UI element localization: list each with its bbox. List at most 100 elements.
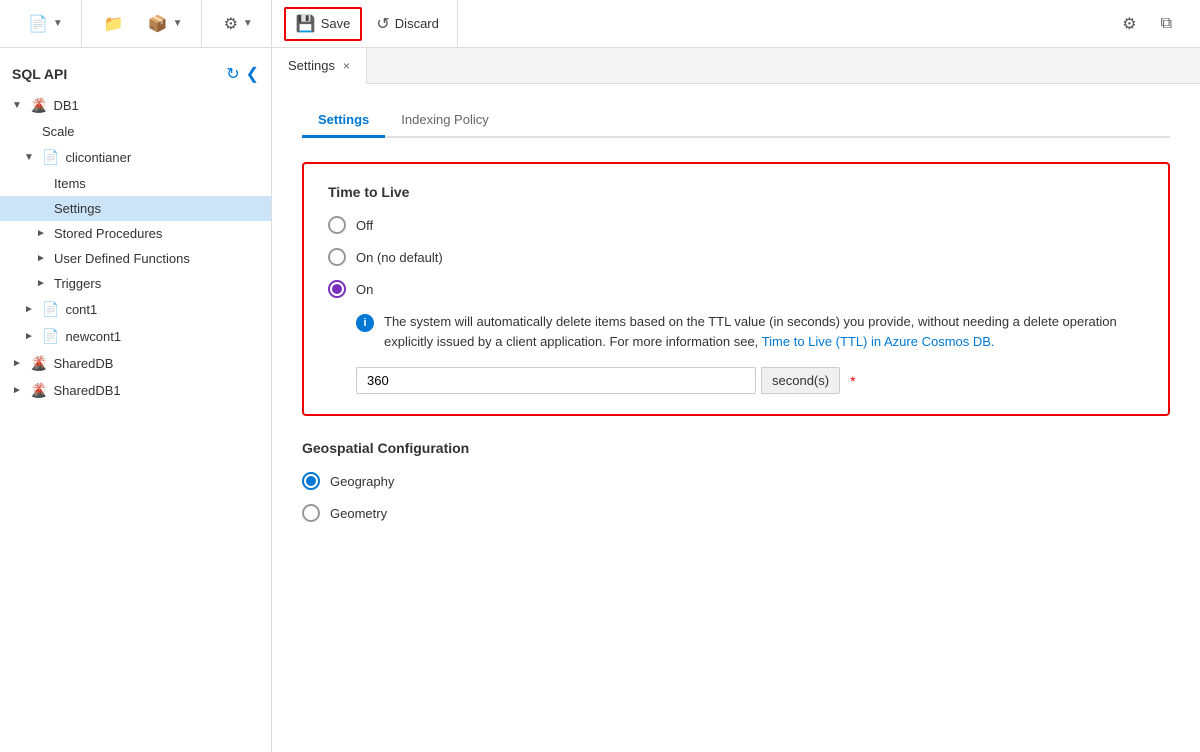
sidebar-item-clicontianer[interactable]: ▼ 📄 clicontianer <box>0 144 271 171</box>
ttl-input[interactable] <box>356 367 756 394</box>
geo-geography-label: Geography <box>330 474 394 489</box>
ttl-on-radio[interactable] <box>328 280 346 298</box>
toolbar-group-open: 📁 📦 ▼ <box>86 0 202 47</box>
open-button[interactable]: 📁 <box>94 9 134 39</box>
geo-geography-radio[interactable] <box>302 472 320 490</box>
sidebar-item-settings[interactable]: Settings <box>0 196 271 221</box>
external-link-icon: ⧉ <box>1161 15 1172 33</box>
sidebar-item-shareddb[interactable]: ► 🌋 SharedDB <box>0 350 271 377</box>
expand-icon-cont1: ► <box>24 304 36 315</box>
geospatial-title: Geospatial Configuration <box>302 440 1170 456</box>
new-container-button[interactable]: 📦 ▼ <box>138 9 193 39</box>
container-icon-cont1: 📄 <box>42 301 59 318</box>
sidebar-label-shareddb1: SharedDB1 <box>53 383 259 398</box>
chevron-down-icon: ▼ <box>53 18 63 29</box>
expand-icon-udf: ► <box>36 253 48 264</box>
tab-bar: Settings × <box>272 48 1200 84</box>
ttl-on-radio-fill <box>332 284 342 294</box>
ttl-off-label: Off <box>356 218 373 233</box>
sidebar-title: SQL API <box>12 66 67 82</box>
expand-icon-stored-proc: ► <box>36 228 48 239</box>
ttl-on-no-default-radio[interactable] <box>328 248 346 266</box>
chevron-down-icon-2: ▼ <box>173 18 183 29</box>
sidebar-header: SQL API ↻ ❮ <box>0 56 271 92</box>
sidebar-label-items: Items <box>54 176 259 191</box>
sidebar-item-scale[interactable]: Scale <box>0 119 271 144</box>
ttl-on-no-default-label: On (no default) <box>356 250 443 265</box>
discard-button[interactable]: ↺ Discard <box>366 9 448 39</box>
sidebar: SQL API ↻ ❮ ▼ 🌋 DB1 Scale ▼ 📄 clicontian… <box>0 48 272 752</box>
new-item-button[interactable]: 📄 ▼ <box>18 9 73 39</box>
collapse-button[interactable]: ❮ <box>246 64 259 84</box>
sidebar-item-triggers[interactable]: ► Triggers <box>0 271 271 296</box>
settings-button[interactable]: ⚙ ▼ <box>214 9 263 39</box>
gear-icon: ⚙ <box>224 14 238 34</box>
sidebar-item-items[interactable]: Items <box>0 171 271 196</box>
sidebar-label-db1: DB1 <box>53 98 259 113</box>
sidebar-label-scale: Scale <box>42 124 259 139</box>
geo-geography-radio-fill <box>306 476 316 486</box>
container-icon-newcont1: 📄 <box>42 328 59 345</box>
container-icon-clicontianer: 📄 <box>42 149 59 166</box>
save-button[interactable]: 💾 Save <box>284 7 363 41</box>
sidebar-item-shareddb1[interactable]: ► 🌋 SharedDB1 <box>0 377 271 404</box>
external-link-button[interactable]: ⧉ <box>1151 10 1182 38</box>
toolbar-group-settings: ⚙ ▼ <box>206 0 272 47</box>
db-icon-shareddb: 🌋 <box>30 355 47 372</box>
toolbar-group-save: 💾 Save ↺ Discard <box>276 0 458 47</box>
tab-indexing-policy[interactable]: Indexing Policy <box>385 104 504 138</box>
gear-icon-right: ⚙ <box>1122 14 1136 34</box>
sidebar-label-settings: Settings <box>54 201 259 216</box>
sidebar-label-clicontianer: clicontianer <box>65 150 259 165</box>
toolbar-group-right: ⚙ ⧉ <box>1104 0 1190 47</box>
db-icon-db1: 🌋 <box>30 97 47 114</box>
geo-geometry-option[interactable]: Geometry <box>302 504 1170 522</box>
expand-icon-shareddb1: ► <box>12 385 24 396</box>
tab-close-button[interactable]: × <box>343 59 350 73</box>
discard-icon: ↺ <box>376 14 389 34</box>
sidebar-item-db1[interactable]: ▼ 🌋 DB1 <box>0 92 271 119</box>
expand-icon-db1: ▼ <box>12 100 24 111</box>
sidebar-label-stored-procedures: Stored Procedures <box>54 226 259 241</box>
sidebar-item-stored-procedures[interactable]: ► Stored Procedures <box>0 221 271 246</box>
settings-gear-button[interactable]: ⚙ <box>1112 9 1146 39</box>
ttl-info-box: i The system will automatically delete i… <box>356 312 1144 351</box>
folder-icon: 📁 <box>104 14 124 34</box>
ttl-unit-label: second(s) <box>761 367 840 394</box>
sidebar-label-triggers: Triggers <box>54 276 259 291</box>
sidebar-item-udf[interactable]: ► User Defined Functions <box>0 246 271 271</box>
settings-subtabs: Settings Indexing Policy <box>302 104 1170 138</box>
geo-geography-option[interactable]: Geography <box>302 472 1170 490</box>
expand-icon-newcont1: ► <box>24 331 36 342</box>
sidebar-label-cont1: cont1 <box>65 302 259 317</box>
sidebar-label-newcont1: newcont1 <box>65 329 259 344</box>
ttl-off-radio[interactable] <box>328 216 346 234</box>
geo-geometry-radio[interactable] <box>302 504 320 522</box>
ttl-on-no-default-option[interactable]: On (no default) <box>328 248 1144 266</box>
toolbar: 📄 ▼ 📁 📦 ▼ ⚙ ▼ 💾 Save ↺ Discard ⚙ <box>0 0 1200 48</box>
sidebar-actions: ↻ ❮ <box>226 64 259 84</box>
tab-settings[interactable]: Settings × <box>272 48 367 84</box>
ttl-info-link[interactable]: Time to Live (TTL) in Azure Cosmos DB. <box>762 334 995 349</box>
expand-icon-triggers: ► <box>36 278 48 289</box>
container-icon: 📦 <box>148 14 168 34</box>
sidebar-item-cont1[interactable]: ► 📄 cont1 <box>0 296 271 323</box>
sidebar-item-newcont1[interactable]: ► 📄 newcont1 <box>0 323 271 350</box>
info-icon: i <box>356 314 374 332</box>
tab-settings-sub[interactable]: Settings <box>302 104 385 138</box>
sidebar-label-udf: User Defined Functions <box>54 251 259 266</box>
ttl-required-marker: * <box>850 373 855 389</box>
db-icon-shareddb1: 🌋 <box>30 382 47 399</box>
expand-icon-shareddb: ► <box>12 358 24 369</box>
toolbar-group-create: 📄 ▼ <box>10 0 82 47</box>
ttl-section: Time to Live Off On (no default) On <box>302 162 1170 416</box>
ttl-info-text: The system will automatically delete ite… <box>384 312 1144 351</box>
save-icon: 💾 <box>296 14 316 34</box>
refresh-button[interactable]: ↻ <box>226 64 239 84</box>
ttl-off-option[interactable]: Off <box>328 216 1144 234</box>
ttl-on-label: On <box>356 282 373 297</box>
settings-content: Settings Indexing Policy Time to Live Of… <box>272 84 1200 752</box>
main-layout: SQL API ↻ ❮ ▼ 🌋 DB1 Scale ▼ 📄 clicontian… <box>0 48 1200 752</box>
geospatial-section: Geospatial Configuration Geography Geome… <box>302 440 1170 522</box>
ttl-on-option[interactable]: On <box>328 280 1144 298</box>
